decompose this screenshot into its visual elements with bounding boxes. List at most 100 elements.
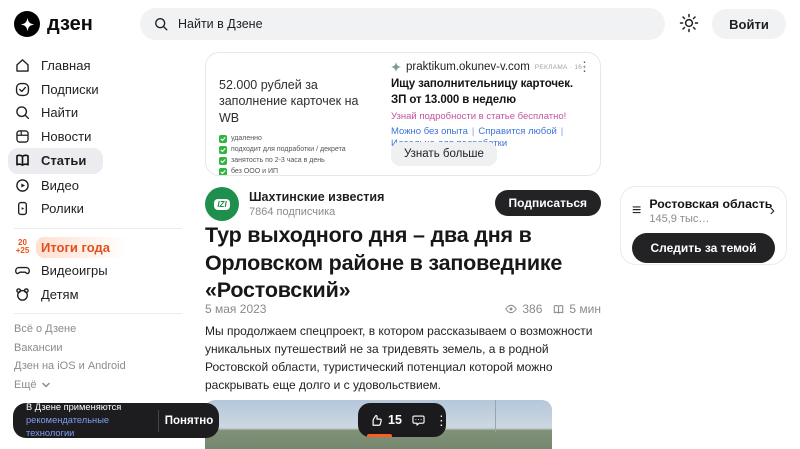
sidebar-item-articles[interactable]: Статьи	[8, 148, 103, 174]
articles-icon	[14, 152, 31, 169]
bear-icon	[14, 286, 31, 303]
ad-link[interactable]: Можно без опыта	[391, 126, 468, 137]
video-menu-dots-icon[interactable]: ⋮	[435, 414, 448, 427]
dzen-logo-icon	[14, 11, 40, 37]
article-body: Мы продолжаем спецпроект, в котором расс…	[205, 322, 605, 394]
comment-button[interactable]	[411, 413, 426, 428]
ad-favicon-icon	[391, 62, 401, 72]
check-icon	[219, 168, 227, 176]
sidebar-item-label: Ролики	[41, 201, 84, 216]
topic-title: Ростовская область	[649, 197, 761, 211]
follow-topic-button[interactable]: Следить за темой	[632, 233, 775, 263]
channel-subscribers: 7864 подписчика	[249, 206, 335, 218]
topic-row[interactable]: ≡ Ростовская область 145,9 тыс… ›	[632, 197, 775, 225]
article-video-player[interactable]: 15 ⋮	[205, 400, 552, 449]
topic-subscribers: 145,9 тыс…	[649, 213, 761, 225]
ad-title: Ищу заполнительницу карточек. ЗП от 13.0…	[391, 77, 591, 108]
channel-name[interactable]: Шахтинские известия	[249, 190, 384, 204]
views-counter: 386	[504, 302, 542, 316]
sidebar-item-news[interactable]: Новости	[14, 125, 200, 149]
sidebar-item-label: Найти	[41, 105, 78, 120]
theme-toggle-sun-icon[interactable]	[679, 13, 699, 33]
sidebar-link-about[interactable]: Всё о Дзене	[14, 323, 200, 335]
sidebar-item-games[interactable]: Видеоигры	[14, 259, 200, 283]
chevron-right-icon[interactable]: ›	[770, 203, 775, 219]
ad-disclaimer: РЕКЛАМА · 16+	[535, 64, 587, 71]
article-meta: 5 мая 2023 386 5 мин	[205, 302, 601, 316]
like-button[interactable]: 15	[369, 413, 402, 428]
check-icon	[219, 135, 227, 143]
channel-avatar[interactable]: IZI	[205, 187, 239, 221]
sidebar-nav: Главная Подписки Найти Новости Статьи Ви…	[0, 54, 200, 397]
sidebar-footer-links: Всё о Дзене Вакансии Дзен на iOS и Andro…	[14, 323, 200, 391]
ad-domain: praktikum.okunev-v.com	[406, 61, 530, 73]
sidebar-item-video[interactable]: Видео	[14, 174, 200, 198]
logo-text: дзен	[47, 13, 93, 36]
channel-logo-text: IZI	[214, 199, 229, 210]
ad-pink-link[interactable]: Узнай подробности в статье бесплатно!	[391, 111, 591, 122]
check-icon	[219, 157, 227, 165]
sidebar-item-shorts[interactable]: Ролики	[14, 197, 200, 221]
read-time: 5 мин	[552, 302, 601, 316]
like-count: 15	[388, 413, 402, 427]
sidebar-divider	[14, 313, 182, 314]
home-icon	[14, 57, 31, 74]
article-title: Тур выходного дня – два дня в Орловском …	[205, 222, 605, 305]
search-input[interactable]: Найти в Дзене	[140, 8, 665, 40]
recommendation-toast: В Дзене применяются рекомендательные тех…	[13, 403, 219, 438]
eye-icon	[504, 302, 518, 316]
news-icon	[14, 128, 31, 145]
topic-menu-icon: ≡	[632, 203, 641, 219]
like-progress-bar	[367, 434, 392, 437]
search-icon	[153, 16, 169, 32]
toast-ok-button[interactable]: Понятно	[159, 415, 219, 427]
toast-technologies-link[interactable]: рекомендательные технологии	[26, 415, 109, 438]
sidebar-item-subscriptions[interactable]: Подписки	[14, 78, 200, 102]
subscriptions-icon	[14, 81, 31, 98]
sidebar-item-kids[interactable]: Детям	[14, 283, 200, 307]
video-controls-pill: 15 ⋮	[358, 403, 446, 437]
read-time-book-icon	[552, 303, 565, 316]
ad-check-item: без ООО и ИП	[219, 168, 371, 176]
ad-card[interactable]: ⋮ 52.000 рублей за заполнение карточек н…	[205, 52, 601, 176]
subscribe-button[interactable]: Подписаться	[495, 190, 601, 216]
ad-link[interactable]: Справится любой	[478, 126, 556, 137]
thumb-up-icon	[369, 413, 384, 428]
ad-check-item: занятость по 2-3 часа в день	[219, 157, 371, 165]
ad-checklist: удаленно подходит для подработки / декре…	[219, 135, 371, 176]
ad-source-row[interactable]: praktikum.okunev-v.com РЕКЛАМА · 16+	[391, 61, 591, 73]
sidebar-link-jobs[interactable]: Вакансии	[14, 342, 200, 354]
channel-row: IZI Шахтинские известия 7864 подписчика …	[205, 187, 601, 223]
search-icon	[14, 104, 31, 121]
sidebar-item-label: Детям	[41, 287, 79, 302]
dzen-page: дзен Найти в Дзене Войти Главная Подписк…	[0, 0, 800, 449]
sidebar-item-label: Статьи	[41, 153, 86, 168]
sidebar-item-search[interactable]: Найти	[14, 101, 200, 125]
year-results-badge: 20+25	[14, 239, 31, 256]
sidebar-item-year-results[interactable]: 20+25 Итоги года	[14, 236, 200, 260]
chevron-down-icon	[41, 380, 51, 390]
ad-left-title: 52.000 рублей за заполнение карточек на …	[219, 77, 371, 126]
sidebar-divider	[14, 228, 182, 229]
sidebar-item-label: Новости	[41, 129, 91, 144]
video-frame-detail	[495, 400, 496, 432]
ad-cta-button[interactable]: Узнать больше	[391, 142, 497, 166]
dzen-logo[interactable]: дзен	[14, 11, 93, 37]
sidebar-item-home[interactable]: Главная	[14, 54, 200, 78]
sidebar-item-label: Видеоигры	[41, 263, 108, 278]
sidebar-item-label: Подписки	[41, 82, 99, 97]
video-icon	[14, 177, 31, 194]
sidebar-item-label: Главная	[41, 58, 90, 73]
gamepad-icon	[14, 262, 31, 279]
check-icon	[219, 146, 227, 154]
login-button[interactable]: Войти	[712, 9, 786, 39]
topic-widget: ≡ Ростовская область 145,9 тыс… › Следит…	[620, 186, 787, 265]
sidebar-item-label: Видео	[41, 178, 79, 193]
ad-left-column: 52.000 рублей за заполнение карточек на …	[219, 77, 371, 176]
sidebar-item-label: Итоги года	[36, 237, 128, 258]
sidebar-link-more[interactable]: Ещё	[14, 379, 200, 391]
article-date: 5 мая 2023	[205, 302, 266, 316]
sidebar-link-apps[interactable]: Дзен на iOS и Android	[14, 360, 200, 372]
ad-check-item: подходит для подработки / декрета	[219, 146, 371, 154]
search-placeholder: Найти в Дзене	[178, 17, 263, 31]
